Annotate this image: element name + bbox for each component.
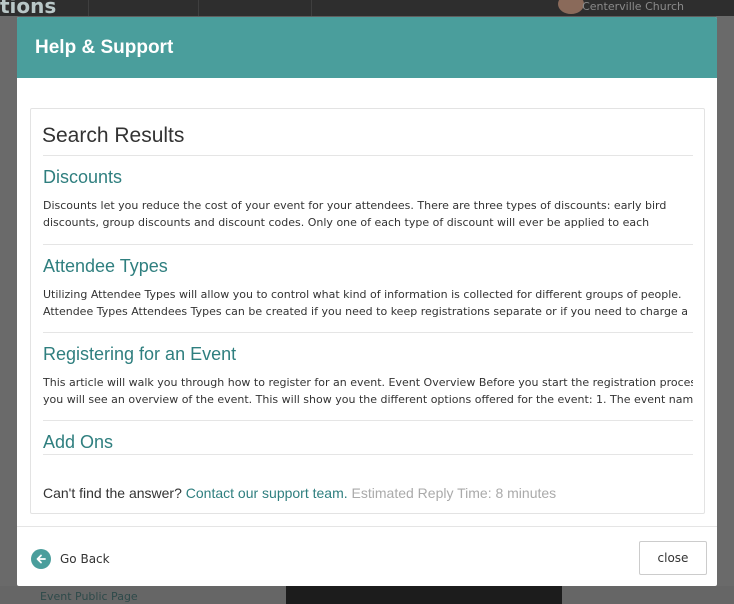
modal-footer: Go Back close (17, 526, 717, 586)
search-results-panel: Search Results Discounts Discounts let y… (30, 108, 705, 514)
avatar (558, 0, 584, 14)
divider (43, 420, 693, 421)
divider (43, 155, 693, 156)
result-registering-for-an-event: Registering for an Event This article wi… (43, 344, 693, 408)
modal-title: Help & Support (35, 36, 174, 58)
result-snippet-line: discounts, group discounts and discount … (43, 216, 650, 229)
result-attendee-types: Attendee Types Utilizing Attendee Types … (43, 256, 693, 320)
divider (43, 332, 693, 333)
modal-header: Help & Support (17, 17, 717, 78)
estimated-reply-time: Estimated Reply Time: 8 minutes (351, 485, 557, 501)
result-snippet: Utilizing Attendee Types will allow you … (43, 286, 693, 320)
arrow-left-circle-icon (31, 549, 51, 569)
close-button[interactable]: close (639, 541, 707, 575)
result-snippet: This article will walk you through how t… (43, 374, 693, 408)
background-dark-panel (286, 586, 562, 604)
result-title-link[interactable]: Add Ons (43, 432, 693, 453)
background-topbar: tions Centerville Church (0, 0, 734, 18)
background-left-panel (0, 16, 18, 604)
result-snippet-line: Attendee Types Attendees Types can be cr… (43, 305, 688, 318)
result-title-link[interactable]: Registering for an Event (43, 344, 693, 365)
go-back-button[interactable]: Go Back (31, 549, 110, 569)
background-tab (311, 0, 421, 16)
background-tab (198, 0, 308, 16)
background-bottom-strip: Event Public Page (0, 586, 734, 604)
divider (43, 454, 693, 455)
result-snippet: Discounts let you reduce the cost of you… (43, 197, 693, 231)
background-right-panel (716, 16, 734, 604)
search-results-heading: Search Results (42, 124, 185, 147)
contact-support-link[interactable]: Contact our support team. (186, 485, 348, 501)
help-support-modal: Help & Support Search Results Discounts … (17, 17, 717, 586)
divider (43, 244, 693, 245)
result-title-link[interactable]: Discounts (43, 167, 693, 188)
result-title-link[interactable]: Attendee Types (43, 256, 693, 277)
result-discounts: Discounts Discounts let you reduce the c… (43, 167, 693, 231)
result-snippet-line: Discounts let you reduce the cost of you… (43, 199, 667, 212)
result-snippet-line: This article will walk you through how t… (43, 376, 693, 389)
cant-find-text: Can't find the answer? (43, 485, 182, 501)
result-snippet-line: Utilizing Attendee Types will allow you … (43, 288, 682, 301)
result-add-ons: Add Ons (43, 432, 693, 453)
support-contact-line: Can't find the answer? Contact our suppo… (43, 485, 556, 501)
background-church-name: Centerville Church (582, 0, 684, 13)
background-event-public-page-link: Event Public Page (40, 590, 138, 603)
go-back-label: Go Back (60, 552, 110, 566)
result-snippet-line: you will see an overview of the event. T… (43, 393, 693, 406)
background-tab (88, 0, 198, 16)
